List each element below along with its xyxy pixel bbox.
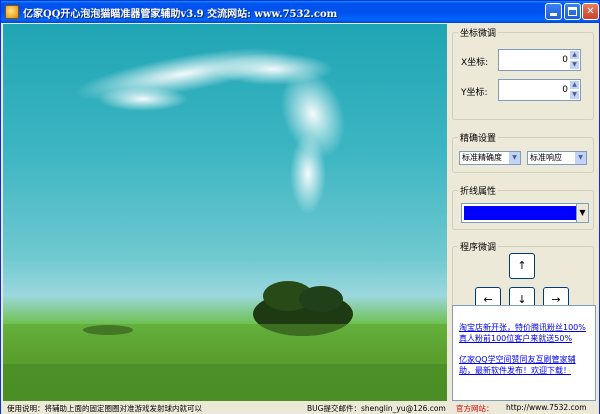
x-coord-down-arrow-icon[interactable]: ▼	[569, 60, 580, 70]
cloud-shape	[74, 47, 346, 214]
line-property-legend: 折线属性	[458, 184, 499, 197]
news-link[interactable]: 淘宝店新开张，特价腾讯粉丝100%真人粉前100位客户来就送50%	[459, 322, 591, 344]
grass-field	[3, 324, 447, 401]
chevron-down-icon: ▼	[576, 204, 588, 222]
app-icon	[5, 5, 19, 19]
background-scene	[3, 24, 447, 401]
chevron-down-icon: ▼	[575, 152, 586, 164]
y-coord-down-arrow-icon[interactable]: ▼	[569, 90, 580, 100]
program-adjust-legend: 程序微调	[458, 240, 499, 253]
move-up-button[interactable]: ↑	[509, 253, 535, 279]
maximize-icon	[568, 7, 577, 16]
precision-select[interactable]: 标准精确度 ▼	[459, 151, 521, 165]
close-icon: ✕	[586, 6, 595, 17]
title-bar[interactable]: 亿家QQ开心泡泡猫瞄准器管家辅助v3.9 交流网站: www.7532.com …	[1, 1, 599, 23]
official-site-link[interactable]: http://www.7532.com	[506, 403, 587, 412]
window-title: 亿家QQ开心泡泡猫瞄准器管家辅助v3.9 交流网站: www.7532.com	[23, 9, 338, 20]
news-panel[interactable]: 淘宝店新开张，特价腾讯粉丝100%真人粉前100位客户来就送50% 亿家QQ学空…	[452, 305, 596, 401]
coord-adjust-group: 坐标微调 X坐标: 0 ▲ ▼ Y坐标: 0 ▲ ▼	[452, 26, 594, 120]
official-site-label: 官方网站：	[456, 404, 494, 413]
x-coord-value: 0	[562, 55, 568, 65]
scene-illustration	[3, 47, 447, 401]
y-coord-label: Y坐标:	[461, 88, 488, 98]
precision-legend: 精确设置	[458, 131, 499, 144]
x-coord-spinner[interactable]: 0 ▲ ▼	[498, 49, 581, 71]
line-color-swatch	[464, 206, 576, 220]
minimize-button[interactable]	[545, 3, 562, 20]
precision-select-value: 标准精确度	[462, 153, 502, 162]
response-select-value: 标准响应	[530, 153, 562, 162]
close-button[interactable]: ✕	[582, 3, 599, 20]
main-window: 亿家QQ开心泡泡猫瞄准器管家辅助v3.9 交流网站: www.7532.com …	[0, 0, 600, 414]
coord-adjust-legend: 坐标微调	[458, 26, 499, 39]
precision-group: 精确设置 标准精确度 ▼ 标准响应 ▼	[452, 131, 594, 173]
line-color-select[interactable]: ▼	[461, 203, 589, 223]
minimize-icon	[550, 13, 557, 16]
bug-report-email: BUG提交邮件：shenglin_yu@126.com	[307, 404, 446, 413]
news-link[interactable]: 亿家QQ学空间赞同友互刷管家辅助，最新软件发布！欢迎下载！	[459, 354, 591, 376]
line-property-group: 折线属性 ▼	[452, 184, 594, 230]
y-coord-up-arrow-icon[interactable]: ▲	[569, 80, 580, 90]
y-coord-value: 0	[562, 85, 568, 95]
x-coord-up-arrow-icon[interactable]: ▲	[569, 50, 580, 60]
usage-instructions: 使用说明：将辅助上面的固定圈圈对准游戏发射球内就可以	[7, 404, 202, 413]
y-coord-spinner[interactable]: 0 ▲ ▼	[498, 79, 581, 101]
status-bar: 使用说明：将辅助上面的固定圈圈对准游戏发射球内就可以 BUG提交邮件：sheng…	[1, 401, 599, 414]
maximize-button[interactable]	[564, 3, 581, 20]
x-coord-label: X坐标:	[461, 58, 489, 68]
arrow-up-icon: ↑	[517, 259, 527, 272]
chevron-down-icon: ▼	[509, 152, 520, 164]
control-panel: 坐标微调 X坐标: 0 ▲ ▼ Y坐标: 0 ▲ ▼ 精确设置 标准精确度 ▼ …	[450, 24, 598, 401]
response-select[interactable]: 标准响应 ▼	[527, 151, 587, 165]
